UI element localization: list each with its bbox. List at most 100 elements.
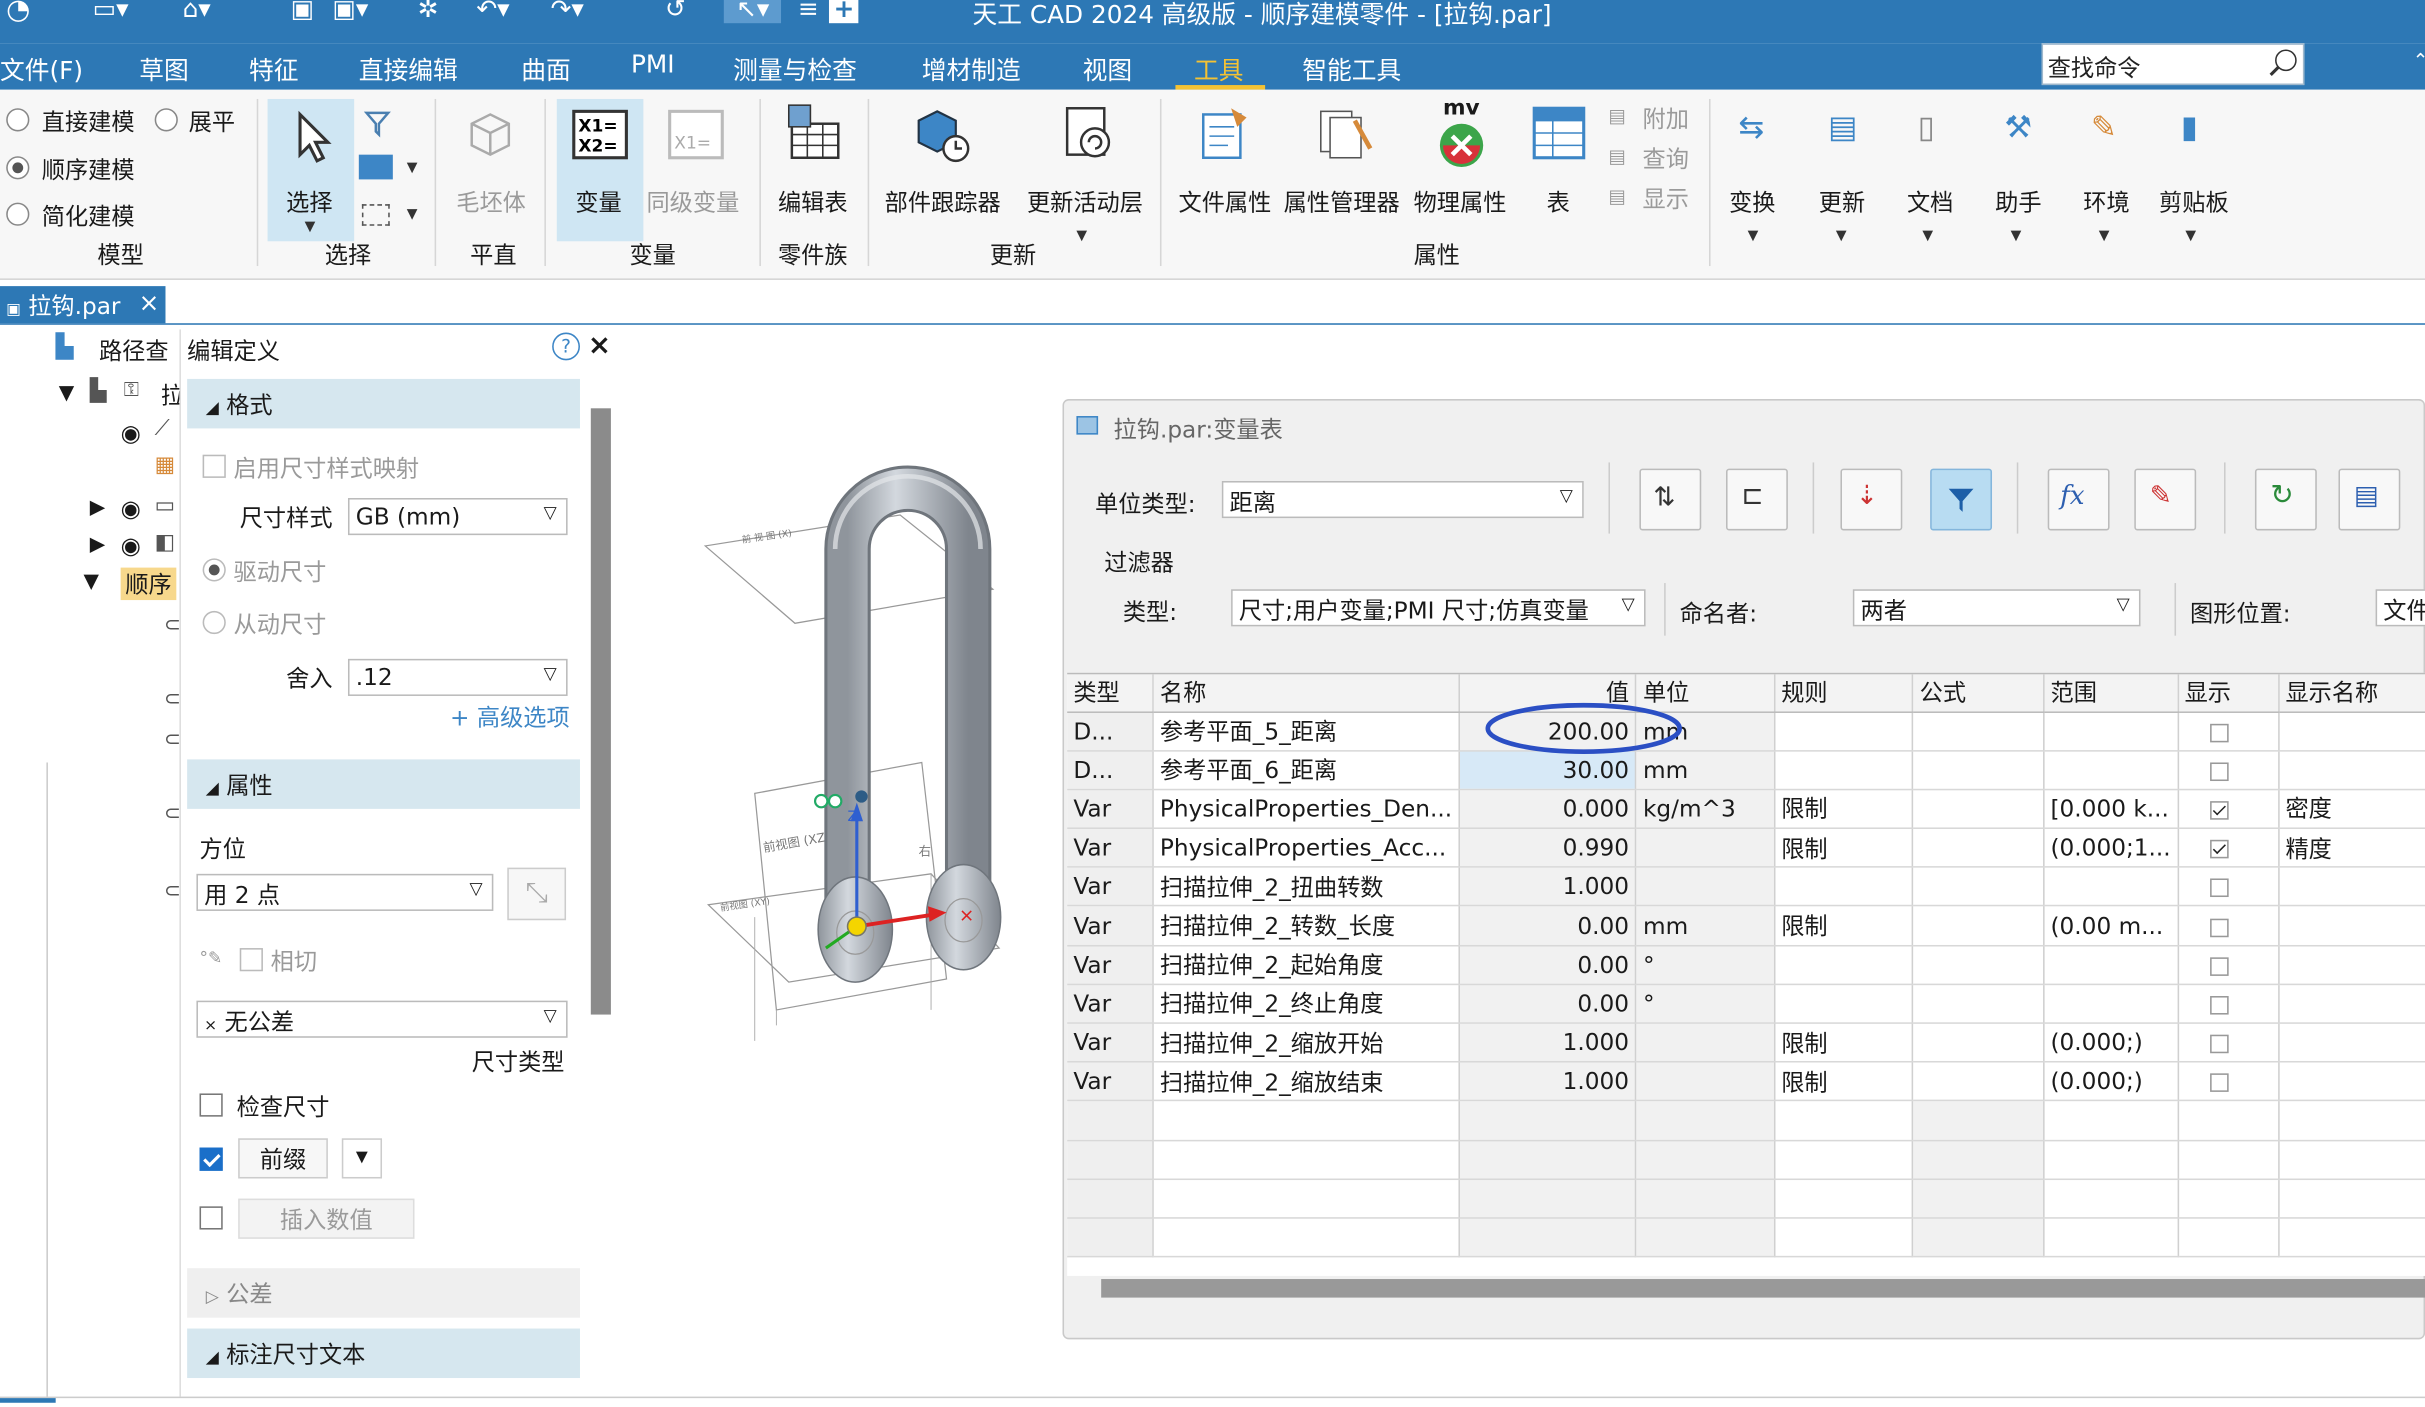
dimension-axis-icon[interactable]: ⤡	[507, 867, 567, 921]
cell-name[interactable]: 扫描拉伸_2_转数_长度	[1152, 906, 1460, 946]
assistant-button[interactable]: 助手	[1995, 186, 2041, 218]
tree-collapse-icon[interactable]: ▶	[90, 496, 105, 519]
tree-expand-icon[interactable]: ▼	[59, 382, 74, 405]
table-row[interactable]: Var PhysicalProperties_Acc... 0.990 限制 (0.00…	[1067, 828, 2425, 869]
filter-button[interactable]	[1930, 468, 1993, 531]
menu-smart-tools[interactable]: 智能工具	[1302, 49, 1401, 86]
blank-body-button[interactable]: 毛坯体	[456, 186, 526, 218]
cell-value[interactable]: 0.990	[1459, 828, 1637, 869]
cell-display[interactable]	[2278, 945, 2425, 985]
display-button[interactable]: 显示	[1642, 182, 1688, 214]
cell-display[interactable]	[2278, 984, 2425, 1024]
prefix-button[interactable]: 前缀	[238, 1138, 328, 1179]
cell-range[interactable]	[2043, 1139, 2179, 1180]
menu-surface[interactable]: 曲面	[521, 49, 571, 86]
menu-sketch[interactable]: 草图	[139, 49, 189, 86]
show-checkbox[interactable]	[2209, 1034, 2228, 1054]
cell-value[interactable]: 0.00	[1459, 906, 1637, 946]
driven-dim-radio[interactable]	[202, 610, 226, 635]
cell-rule[interactable]: 限制	[1774, 789, 1914, 830]
cell-display[interactable]	[2278, 867, 2425, 907]
select-mode-icon[interactable]	[358, 154, 393, 180]
tangent-checkbox[interactable]	[239, 948, 263, 972]
print-button[interactable]: ▤	[2338, 468, 2401, 531]
query-button[interactable]: 查询	[1642, 142, 1688, 174]
cell-rule[interactable]	[1774, 1178, 1914, 1219]
orientation-select[interactable]: 用 2 点 ▽	[196, 873, 494, 911]
grid-horizontal-scrollbar[interactable]	[1101, 1279, 2425, 1298]
show-checkbox[interactable]	[2209, 879, 2228, 898]
show-checkbox[interactable]	[2209, 956, 2228, 976]
property-manager-button[interactable]: 属性管理器	[1284, 186, 1400, 218]
cell-show[interactable]	[2177, 1217, 2280, 1258]
help-icon[interactable]: ?	[552, 332, 580, 361]
cell-show[interactable]	[2177, 984, 2280, 1024]
table-row[interactable]: Var 扫描拉伸_2_扭曲转数 1.000	[1067, 867, 2425, 907]
cell-range[interactable]	[2043, 945, 2179, 985]
cell-formula[interactable]	[1912, 867, 2045, 907]
cell-value[interactable]	[1459, 1178, 1637, 1219]
cell-rule[interactable]	[1774, 867, 1914, 907]
column-header-display[interactable]: 显示名称	[2278, 674, 2425, 713]
show-checkbox[interactable]	[2209, 1073, 2228, 1093]
empty-table-row[interactable]	[1067, 1178, 2425, 1219]
cell-range[interactable]: (0.000;)	[2043, 1062, 2179, 1102]
cell-show[interactable]	[2177, 789, 2280, 830]
cell-value[interactable]: 1.000	[1459, 867, 1637, 907]
tolerance-section-header[interactable]: ▷ 公差	[187, 1268, 580, 1318]
cell-formula[interactable]	[1912, 1062, 2045, 1102]
edit-table-button[interactable]: 编辑表	[778, 186, 848, 218]
annotation-section-header[interactable]: ◢ 标注尺寸文本	[187, 1328, 580, 1379]
cell-unit[interactable]	[1636, 1178, 1776, 1219]
table-button[interactable]: 表	[1547, 186, 1570, 218]
cell-unit[interactable]	[1636, 1100, 1776, 1141]
cell-rule[interactable]: 限制	[1774, 906, 1914, 946]
direct-modeling-radio[interactable]	[6, 108, 30, 132]
cell-name[interactable]: 参考平面_5_距离	[1152, 711, 1460, 752]
cell-formula[interactable]	[1912, 984, 2045, 1024]
cell-type[interactable]	[1067, 1217, 1154, 1258]
cell-display[interactable]: 精度	[2278, 828, 2425, 869]
clipboard-button[interactable]: 剪贴板	[2159, 186, 2229, 218]
flatten-radio[interactable]	[154, 108, 178, 132]
advanced-options-link[interactable]: + 高级选项	[450, 701, 570, 733]
cell-formula[interactable]	[1912, 828, 2045, 869]
cell-range[interactable]: (0.000;1...	[2043, 828, 2179, 869]
graphic-position-select[interactable]: 文件	[2375, 589, 2425, 627]
cell-rule[interactable]	[1774, 1139, 1914, 1180]
menu-file[interactable]: 文件(F)	[0, 49, 83, 86]
attributes-section-header[interactable]: ◢ 属性	[187, 759, 580, 809]
select-dropdown-icon[interactable]: ▼	[305, 220, 316, 235]
cell-name[interactable]	[1152, 1217, 1460, 1258]
cell-rule[interactable]: 限制	[1774, 828, 1914, 869]
cell-value[interactable]: 0.000	[1459, 789, 1637, 830]
prefix-checkbox[interactable]	[199, 1147, 223, 1171]
empty-table-row[interactable]	[1067, 1100, 2425, 1141]
cell-display[interactable]	[2278, 1100, 2425, 1141]
cell-type[interactable]: Var	[1067, 945, 1154, 985]
cell-value[interactable]	[1459, 1217, 1637, 1258]
cell-show[interactable]	[2177, 750, 2280, 791]
enable-style-map-checkbox[interactable]	[202, 454, 226, 478]
file-properties-button[interactable]: 文件属性	[1179, 186, 1272, 218]
cell-show[interactable]	[2177, 1178, 2280, 1219]
cell-rule[interactable]	[1774, 945, 1914, 985]
cell-rule[interactable]	[1774, 711, 1914, 752]
menu-additive[interactable]: 增材制造	[922, 49, 1021, 86]
filter-funnel-icon[interactable]	[362, 108, 393, 139]
cell-type[interactable]: Var	[1067, 984, 1154, 1024]
tree-expand-icon[interactable]: ▼	[84, 571, 99, 594]
cell-show[interactable]	[2177, 867, 2280, 907]
cell-unit[interactable]: °	[1636, 984, 1776, 1024]
cell-type[interactable]	[1067, 1100, 1154, 1141]
cell-name[interactable]: 扫描拉伸_2_扭曲转数	[1152, 867, 1460, 907]
cell-type[interactable]	[1067, 1178, 1154, 1219]
cell-range[interactable]	[2043, 1217, 2179, 1258]
cell-unit[interactable]	[1636, 867, 1776, 907]
cell-name[interactable]: PhysicalProperties_Den...	[1152, 789, 1460, 830]
menu-tools[interactable]: 工具	[1194, 49, 1244, 86]
cell-unit[interactable]: mm	[1636, 906, 1776, 946]
prefix-dropdown-icon[interactable]: ▼	[341, 1138, 383, 1179]
cell-display[interactable]	[2278, 1217, 2425, 1258]
cell-formula[interactable]	[1912, 1217, 2045, 1258]
